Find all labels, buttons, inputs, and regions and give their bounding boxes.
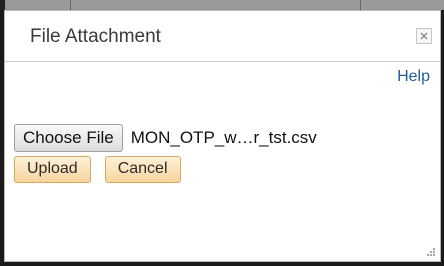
close-icon: [420, 32, 428, 40]
strip-edge: [0, 0, 5, 10]
resize-grip-icon[interactable]: [424, 245, 436, 257]
choose-file-button[interactable]: Choose File: [14, 124, 123, 152]
cancel-button[interactable]: Cancel: [104, 155, 181, 183]
dialog-titlebar[interactable]: File Attachment: [5, 11, 440, 62]
dialog-title: File Attachment: [30, 26, 161, 47]
strip-divider: [360, 0, 361, 10]
screen: File Attachment Help Choose File MON_OTP…: [0, 0, 444, 266]
selected-file-name: MON_OTP_w…r_tst.csv: [130, 128, 317, 147]
help-link[interactable]: Help: [397, 68, 430, 86]
upload-button[interactable]: Upload: [14, 155, 91, 183]
file-input-row: Choose File MON_OTP_w…r_tst.csv: [14, 123, 317, 153]
strip-divider: [70, 0, 71, 10]
dialog-actions: Upload Cancel: [14, 155, 181, 183]
background-window-strip: [0, 0, 444, 10]
close-button[interactable]: [416, 28, 432, 44]
file-attachment-dialog: File Attachment Help Choose File MON_OTP…: [4, 10, 441, 262]
